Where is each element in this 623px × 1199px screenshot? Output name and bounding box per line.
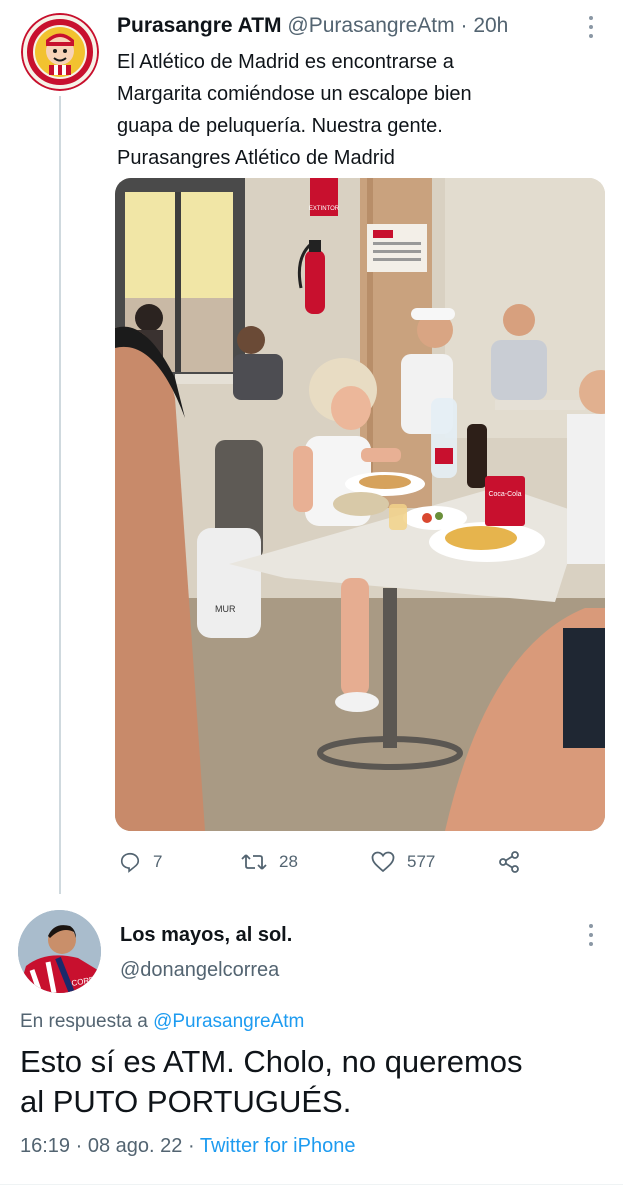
retweet-count: 28 (279, 852, 298, 871)
tweet-photo[interactable]: EXTINTOR MUR Coca-Cola (115, 178, 605, 831)
tweet-time[interactable]: 20h (473, 14, 508, 37)
share-icon (499, 851, 519, 873)
tweet-text-line: Purasangres Atlético de Madrid (117, 147, 395, 169)
like-button[interactable]: 577 (371, 846, 435, 878)
divider (0, 1184, 623, 1185)
meta-separator: · (75, 1135, 83, 1157)
retweet-button[interactable]: 28 (241, 846, 298, 878)
meta-separator: · (187, 1135, 195, 1157)
club-badge-logo (21, 13, 99, 91)
reply-count: 7 (153, 852, 163, 871)
retweet-icon (241, 854, 267, 870)
reply-source-link[interactable]: Twitter for iPhone (200, 1135, 356, 1157)
more-icon (589, 924, 593, 928)
replying-to-mention-link[interactable]: @PurasangreAtm (153, 1011, 304, 1032)
replying-to-line: En respuesta a @PurasangreAtm (20, 1011, 304, 1033)
reply-icon (120, 852, 140, 873)
tweet-action-bar: 7 28 577 (117, 846, 607, 878)
author-handle[interactable]: @PurasangreAtm (287, 14, 454, 37)
author-avatar[interactable] (21, 13, 99, 91)
reply-text: Esto sí es ATM. Cholo, no queremos al PU… (20, 1042, 600, 1122)
player-photo-image: CORRE (18, 910, 101, 993)
reply-time[interactable]: 16:19 (20, 1135, 70, 1157)
tweet-original[interactable]: Purasangre ATM @PurasangreAtm · 20h El A… (0, 0, 623, 895)
reply-more-options-button[interactable] (585, 922, 597, 948)
like-icon (371, 851, 395, 873)
reply-author-avatar[interactable]: CORRE (18, 910, 101, 993)
bag-text: MUR (215, 604, 236, 614)
reply-author-handle[interactable]: @donangelcorrea (120, 959, 279, 982)
reply-button[interactable]: 7 (119, 846, 162, 878)
tweet-text-line: Margarita comiéndose un escalope bien (117, 83, 472, 105)
more-options-button[interactable] (585, 14, 597, 40)
restaurant-scene-image: EXTINTOR MUR Coca-Cola (115, 178, 605, 831)
sign-text: EXTINTOR (309, 206, 340, 212)
tweet-text-line: El Atlético de Madrid es encontrarse a (117, 51, 454, 73)
tweet-text-line: guapa de peluquería. Nuestra gente. (117, 115, 443, 137)
header-separator: · (460, 14, 468, 37)
reply-text-line: al PUTO PORTUGUÉS. (20, 1084, 352, 1119)
reply-date[interactable]: 08 ago. 22 (88, 1135, 183, 1157)
tweet-header: Purasangre ATM @PurasangreAtm · 20h (117, 14, 508, 38)
author-name[interactable]: Purasangre ATM (117, 14, 282, 37)
replying-to-prefix: En respuesta a (20, 1011, 148, 1032)
reply-text-line: Esto sí es ATM. Cholo, no queremos (20, 1044, 523, 1079)
like-count: 577 (407, 852, 436, 871)
can-text: Coca-Cola (488, 491, 521, 498)
more-icon (589, 16, 593, 20)
share-button[interactable] (497, 846, 533, 878)
reply-author-name[interactable]: Los mayos, al sol. (120, 924, 292, 947)
tweet-text: El Atlético de Madrid es encontrarse a M… (117, 46, 577, 174)
thread-connector-line (59, 96, 61, 894)
reply-metadata: 16:19 · 08 ago. 22 · Twitter for iPhone (20, 1135, 355, 1158)
